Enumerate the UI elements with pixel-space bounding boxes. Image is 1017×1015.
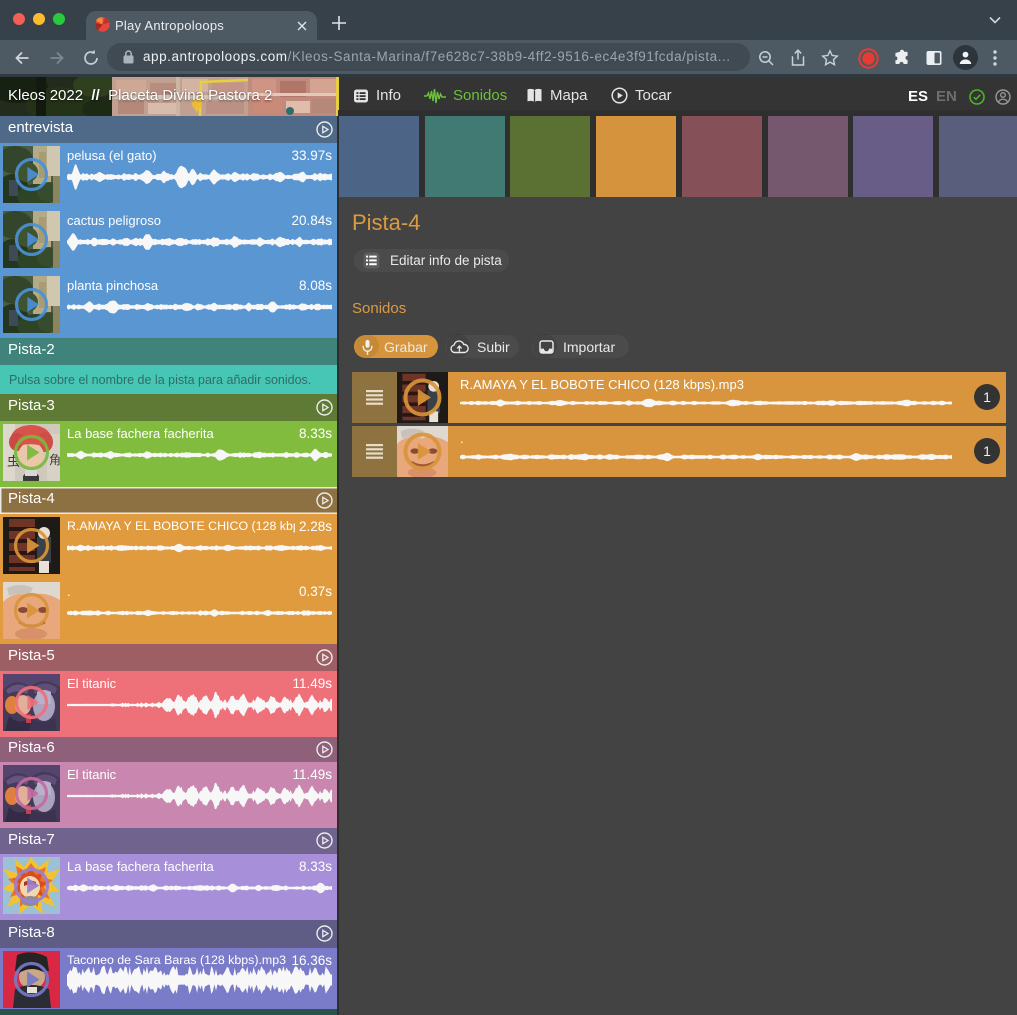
svg-text:角: 角 bbox=[49, 453, 60, 467]
